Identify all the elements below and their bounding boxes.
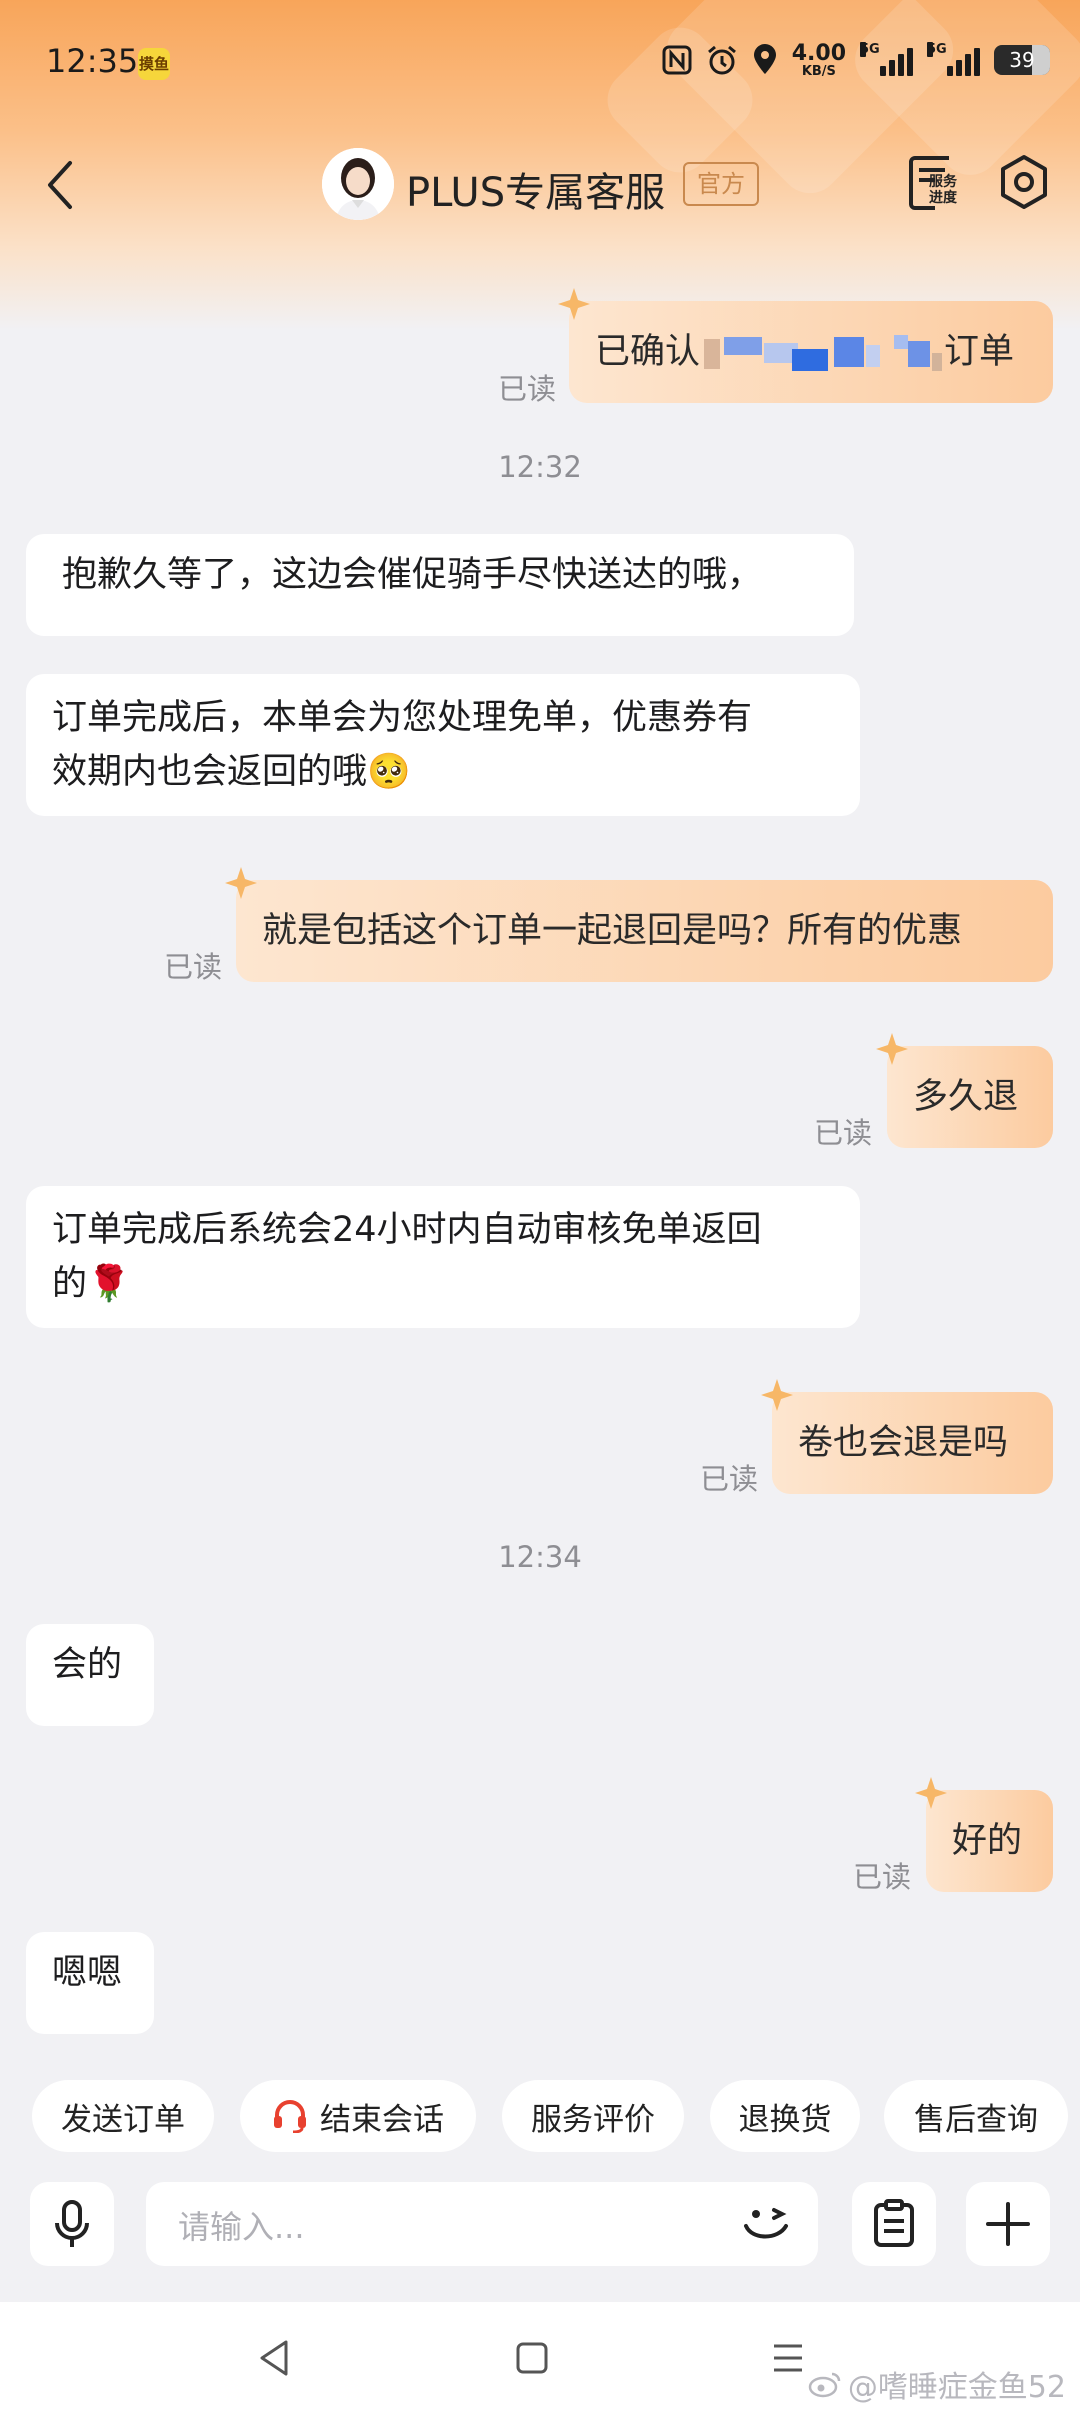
star-icon [225, 867, 257, 899]
status-time: 12:35 [46, 42, 139, 80]
chip-label: 退换货 [738, 2101, 832, 2138]
star-icon [761, 1379, 793, 1411]
return-exchange-button[interactable]: 退换货 [710, 2080, 860, 2152]
read-receipt: 已读 [700, 1462, 759, 1496]
rose-emoji: 🌹 [87, 1264, 131, 1304]
service-progress-label: 服务 进度 [929, 174, 957, 206]
read-receipt: 已读 [498, 372, 557, 406]
official-badge: 官方 [683, 162, 759, 206]
chip-label: 服务评价 [531, 2101, 655, 2138]
agent-avatar[interactable] [322, 148, 394, 220]
chat-header: PLUS专属客服 官方 服务 进度 [0, 130, 1080, 240]
star-icon [915, 1777, 947, 1809]
read-receipt: 已读 [164, 950, 223, 984]
service-rating-button[interactable]: 服务评价 [502, 2080, 684, 2152]
message-text: 就是包括这个订单一起退回是吗？所有的优惠 [262, 911, 963, 951]
battery-level: 39 [1009, 48, 1035, 72]
message-bubble-incoming[interactable]: 订单完成后系统会24小时内自动审核免单返回 的🌹 [26, 1186, 860, 1328]
message-text: 多久退 [913, 1077, 1019, 1117]
signal-icon: 5G [927, 42, 980, 76]
chip-label: 发送订单 [61, 2101, 185, 2138]
chip-label: 售后查询 [914, 2101, 1038, 2138]
status-icons: 4.00 KB/S 5G 5G 39 [662, 40, 1050, 80]
alarm-icon [706, 40, 738, 80]
microphone-icon [55, 2200, 89, 2247]
message-bubble-incoming[interactable]: 会的 [26, 1624, 154, 1726]
read-receipt: 已读 [853, 1860, 912, 1894]
input-bar: 请输入... [0, 2182, 1080, 2266]
message-text: 嗯嗯 [52, 1953, 123, 1993]
home-square-icon[interactable] [508, 2334, 556, 2382]
chevron-left-icon [48, 161, 72, 209]
timestamp: 12:32 [498, 450, 582, 484]
plus-icon [986, 2202, 1030, 2246]
after-sales-query-button[interactable]: 售后查询 [884, 2080, 1068, 2152]
redacted-content [702, 333, 943, 371]
message-bubble-incoming[interactable]: 抱歉久等了，这边会催促骑手尽快送达的哦， [26, 534, 854, 636]
signal-label: 5G [927, 42, 947, 57]
back-triangle-icon[interactable] [252, 2334, 300, 2382]
star-icon [558, 288, 590, 320]
network-speed-value: 4.00 [791, 40, 846, 66]
watermark-text: @嗜睡症金鱼52 [847, 2370, 1066, 2405]
chip-label: 结束会话 [320, 2101, 444, 2138]
emoji-icon[interactable] [738, 2196, 794, 2252]
notification-app-icon: 摸鱼 [138, 48, 170, 80]
timestamp: 12:34 [498, 1540, 582, 1574]
message-text: 好的 [952, 1821, 1023, 1861]
add-button[interactable] [966, 2182, 1050, 2266]
weibo-icon [808, 2372, 841, 2398]
read-receipt: 已读 [814, 1116, 873, 1150]
message-bubble-outgoing[interactable]: 多久退 [876, 1033, 1053, 1148]
service-progress-line1: 服务 [929, 174, 957, 190]
service-progress-button[interactable]: 服务 进度 [905, 150, 971, 216]
voice-input-button[interactable] [30, 2182, 114, 2266]
message-bubble-outgoing[interactable]: 卷也会退是吗 [761, 1379, 1053, 1494]
message-text: 的 [52, 1264, 88, 1304]
signal-icon: 5G [860, 42, 913, 76]
star-icon [876, 1033, 908, 1065]
gear-icon [1001, 155, 1047, 209]
location-icon [752, 40, 778, 80]
message-text: 订单完成后，本单会为您处理免单，优惠券有 [52, 698, 753, 738]
message-text: 卷也会退是吗 [798, 1423, 1009, 1463]
headset-icon [274, 2100, 306, 2133]
message-bubble-outgoing[interactable]: 就是包括这个订单一起退回是吗？所有的优惠 [225, 867, 1053, 982]
service-progress-line2: 进度 [929, 190, 957, 206]
message-bubble-incoming[interactable]: 嗯嗯 [26, 1932, 154, 2034]
chat-title: PLUS专属客服 [406, 170, 666, 216]
message-input[interactable]: 请输入... [146, 2182, 818, 2266]
nfc-icon [662, 40, 692, 80]
send-order-button[interactable]: 发送订单 [32, 2080, 214, 2152]
message-text: 效期内也会返回的哦 [52, 752, 368, 792]
message-bubble-outgoing[interactable]: 已确认 订单 [558, 288, 1053, 403]
message-bubble-outgoing[interactable]: 好的 [915, 1777, 1053, 1892]
message-bubble-incoming[interactable]: 订单完成后，本单会为您处理免单，优惠券有 效期内也会返回的哦🥺 [26, 674, 860, 816]
clipboard-icon [874, 2199, 914, 2247]
status-bar: 12:35 摸鱼 4.00 KB/S 5G 5G 39 [0, 0, 1080, 130]
message-text: 抱歉久等了，这边会催促骑手尽快送达的哦， [62, 555, 763, 595]
quick-actions-bar: 发送订单 结束会话 服务评价 退换货 售后查询 [0, 2080, 1080, 2164]
network-speed: 4.00 KB/S [791, 40, 846, 79]
message-text: 会的 [52, 1645, 123, 1685]
menu-lines-icon[interactable] [764, 2334, 812, 2382]
pleading-face-emoji: 🥺 [367, 752, 411, 792]
watermark: @嗜睡症金鱼52 [808, 2362, 1066, 2406]
message-text: 已确认 [595, 332, 701, 372]
input-placeholder: 请输入... [178, 2208, 305, 2246]
system-navigation-bar: @嗜睡症金鱼52 [0, 2302, 1080, 2414]
back-button[interactable] [34, 154, 84, 216]
clipboard-button[interactable] [852, 2182, 936, 2266]
signal-label: 5G [860, 42, 880, 57]
network-speed-unit: KB/S [801, 63, 836, 79]
message-text: 订单完成后系统会24小时内自动审核免单返回 [52, 1210, 762, 1250]
battery-icon: 39 [994, 45, 1050, 75]
settings-button[interactable] [994, 152, 1054, 212]
message-text: 订单 [944, 332, 1015, 372]
end-session-button[interactable]: 结束会话 [240, 2080, 476, 2152]
